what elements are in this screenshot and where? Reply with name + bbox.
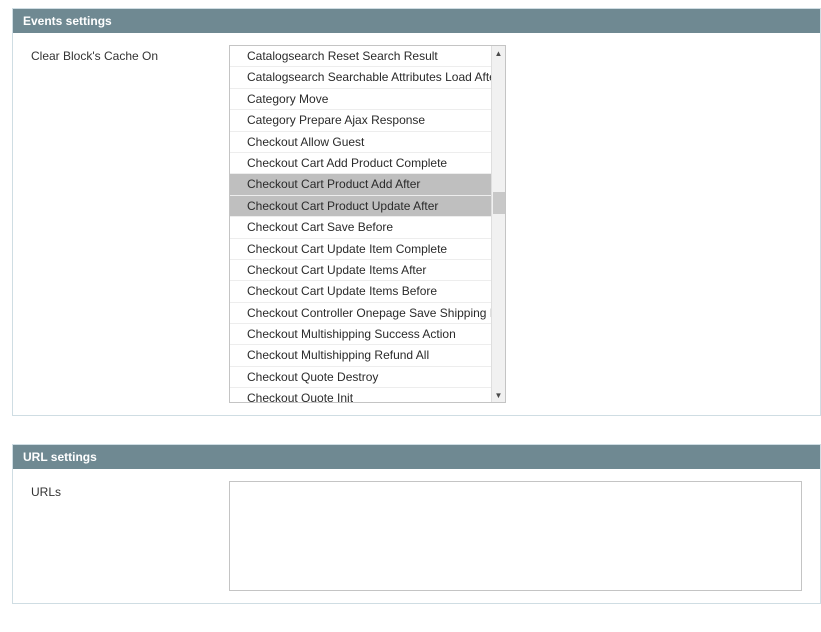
events-list-item[interactable]: Checkout Quote Init (230, 388, 491, 402)
events-list-item[interactable]: Checkout Cart Update Items Before (230, 281, 491, 302)
events-listbox-inner: Catalogsearch Reset Search ResultCatalog… (230, 46, 491, 402)
events-list-item[interactable]: Checkout Quote Destroy (230, 367, 491, 388)
scroll-up-icon[interactable]: ▲ (492, 46, 505, 60)
url-settings-section: URL settings URLs (12, 444, 821, 604)
urls-label: URLs (31, 481, 221, 499)
events-settings-title: Events settings (23, 14, 112, 28)
events-list-item[interactable]: Checkout Cart Save Before (230, 217, 491, 238)
events-list-item[interactable]: Checkout Multishipping Refund All (230, 345, 491, 366)
urls-textarea[interactable] (229, 481, 802, 591)
scroll-down-icon[interactable]: ▼ (492, 388, 505, 402)
events-list-item[interactable]: Checkout Cart Update Items After (230, 260, 491, 281)
events-list-item[interactable]: Checkout Multishipping Success Action (230, 324, 491, 345)
url-settings-title: URL settings (23, 450, 97, 464)
events-list-item[interactable]: Checkout Allow Guest (230, 132, 491, 153)
events-list-item[interactable]: Catalogsearch Reset Search Result (230, 46, 491, 67)
events-listbox[interactable]: Catalogsearch Reset Search ResultCatalog… (229, 45, 506, 403)
events-list-item[interactable]: Checkout Cart Add Product Complete (230, 153, 491, 174)
clear-cache-label: Clear Block's Cache On (31, 45, 221, 63)
url-settings-header: URL settings (13, 445, 820, 469)
events-list-item[interactable]: Checkout Cart Product Add After (230, 174, 491, 195)
events-list-item[interactable]: Checkout Cart Product Update After (230, 196, 491, 217)
events-settings-header: Events settings (13, 9, 820, 33)
events-settings-section: Events settings Clear Block's Cache On C… (12, 8, 821, 416)
events-scrollbar[interactable]: ▲ ▼ (491, 46, 505, 402)
events-list-item[interactable]: Category Move (230, 89, 491, 110)
scroll-thumb[interactable] (493, 192, 505, 214)
events-list-item[interactable]: Catalogsearch Searchable Attributes Load… (230, 67, 491, 88)
events-list-item[interactable]: Checkout Cart Update Item Complete (230, 239, 491, 260)
events-list-item[interactable]: Checkout Controller Onepage Save Shippin… (230, 303, 491, 324)
events-list-item[interactable]: Category Prepare Ajax Response (230, 110, 491, 131)
